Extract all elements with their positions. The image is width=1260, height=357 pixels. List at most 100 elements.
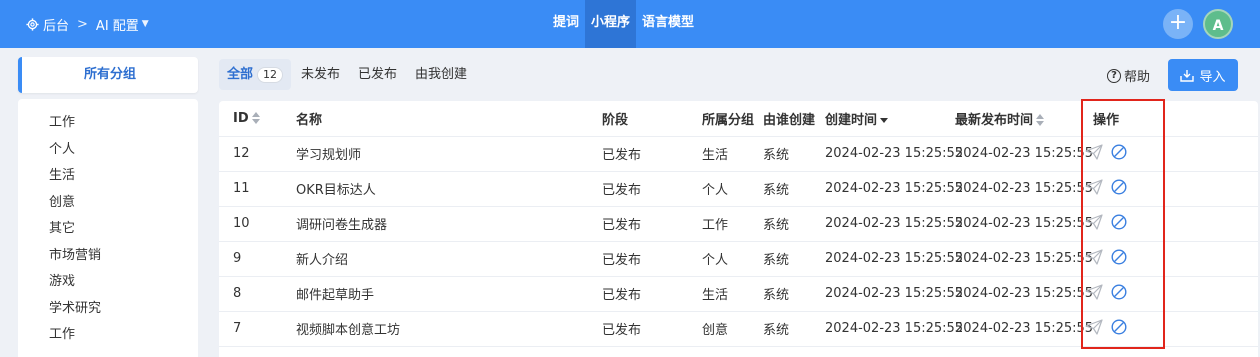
cell-published: 2024-02-23 15:25:55 — [955, 276, 1093, 312]
tab-2[interactable]: 语言模型 — [636, 0, 700, 48]
cell-group: 工作 — [702, 206, 763, 242]
cell-name: 视频脚本创意工坊 — [296, 311, 602, 347]
sidebar-item[interactable]: 工作 — [18, 323, 198, 350]
cell-id: 12 — [219, 136, 296, 172]
column-header-id[interactable]: ID — [219, 101, 296, 137]
table-row[interactable]: 11 OKR目标达人 已发布 个人 系统 2024-02-23 15:25:55 2024-… — [219, 171, 1258, 207]
cell-name: 邮件起草助手 — [296, 276, 602, 312]
avatar[interactable]: A — [1203, 9, 1233, 39]
cell-group: 生活 — [702, 136, 763, 172]
filter-tab-3[interactable]: 由我创建 — [407, 59, 475, 90]
ban-icon[interactable] — [1111, 178, 1127, 195]
column-header-stage: 阶段 — [602, 101, 702, 137]
sort-desc-icon[interactable] — [880, 114, 889, 126]
cell-created: 2024-02-23 15:25:55 — [825, 136, 963, 172]
table-row[interactable]: 8 邮件起草助手 已发布 生活 系统 2024-02-23 15:25:55 2024-02… — [219, 276, 1258, 312]
import-label: 导入 — [1199, 69, 1226, 85]
sidebar-item[interactable]: 市场营销 — [18, 244, 198, 271]
cell-stage: 已发布 — [602, 206, 702, 242]
breadcrumb: 后台 > AI 配置 ▼ — [26, 0, 149, 48]
table-row[interactable]: 12 学习规划师 已发布 生活 系统 2024-02-23 15:25:55 2024-02… — [219, 136, 1258, 172]
table-row[interactable]: 7 视频脚本创意工坊 已发布 创意 系统 2024-02-23 15:25:55 2024-… — [219, 311, 1258, 347]
help-button[interactable]: ? 帮助 — [1107, 66, 1150, 85]
sidebar-item[interactable]: 游戏 — [18, 270, 198, 297]
cell-published: 2024-02-23 15:25:55 — [955, 311, 1093, 347]
import-icon — [1180, 69, 1195, 82]
cell-created: 2024-02-23 15:25:55 — [825, 241, 963, 277]
cell-created: 2024-02-23 15:25:55 — [825, 276, 963, 312]
add-button[interactable]: + — [1163, 9, 1193, 39]
cell-name: 新人介绍 — [296, 241, 602, 277]
filter-tabs: 全部 12 未发布 已发布 由我创建 — [219, 59, 477, 90]
filter-tab-0[interactable]: 全部 12 — [219, 59, 292, 90]
cell-created: 2024-02-23 15:25:55 — [825, 171, 963, 207]
cell-created: 2024-02-23 15:25:55 — [825, 206, 963, 242]
ban-icon[interactable] — [1111, 248, 1127, 265]
cell-actions — [1085, 276, 1258, 312]
filter-tab-label: 已发布 — [358, 67, 398, 82]
help-label: 帮助 — [1124, 70, 1151, 85]
sidebar-item[interactable]: 个人 — [18, 138, 198, 165]
sidebar-item[interactable]: 工作 — [18, 111, 198, 138]
chevron-right-icon: > — [77, 16, 88, 32]
sidebar-item[interactable]: 学术研究 — [18, 297, 198, 324]
column-header-created[interactable]: 创建时间 — [825, 101, 955, 137]
column-header-group: 所属分组 — [702, 101, 763, 137]
ban-icon[interactable] — [1111, 318, 1127, 335]
send-icon[interactable] — [1085, 143, 1103, 160]
send-icon[interactable] — [1085, 283, 1103, 300]
column-header-name: 名称 — [296, 101, 602, 137]
filter-tab-2[interactable]: 已发布 — [350, 59, 405, 90]
import-button[interactable]: 导入 — [1168, 59, 1238, 91]
sidebar-group-list: 工作 个人 生活 创意 其它 市场营销 游戏 学术研究 工作 — [18, 99, 198, 357]
filter-tab-label: 全部 — [227, 67, 254, 82]
cell-group: 创意 — [702, 311, 763, 347]
cell-published: 2024-02-23 15:25:55 — [955, 206, 1093, 242]
count-badge: 12 — [257, 67, 284, 83]
tab-1[interactable]: 小程序 — [585, 0, 637, 48]
cell-id: 9 — [219, 241, 296, 277]
sidebar-item[interactable]: 生活 — [18, 164, 198, 191]
cell-id: 11 — [219, 171, 296, 207]
cell-group: 个人 — [702, 171, 763, 207]
cell-stage: 已发布 — [602, 136, 702, 172]
cell-stage: 已发布 — [602, 241, 702, 277]
breadcrumb-current[interactable]: AI 配置 — [96, 15, 139, 34]
sort-icon[interactable] — [1036, 114, 1045, 127]
ban-icon[interactable] — [1111, 283, 1127, 300]
top-tabs: 提词 小程序 语言模型 — [547, 0, 700, 48]
column-header-actions: 操作 — [1085, 101, 1258, 137]
table-row[interactable]: 10 调研问卷生成器 已发布 工作 系统 2024-02-23 15:25:55 2024-… — [219, 206, 1258, 242]
send-icon[interactable] — [1085, 318, 1103, 335]
cell-creator: 系统 — [763, 171, 825, 207]
cell-published: 2024-02-23 15:25:55 — [955, 136, 1093, 172]
caret-down-icon[interactable]: ▼ — [142, 19, 149, 29]
column-header-published[interactable]: 最新发布时间 — [955, 101, 1085, 137]
cell-name: OKR目标达人 — [296, 171, 602, 207]
tab-0[interactable]: 提词 — [547, 0, 585, 48]
ban-icon[interactable] — [1111, 213, 1127, 230]
filter-tab-1[interactable]: 未发布 — [293, 59, 348, 90]
breadcrumb-home[interactable]: 后台 — [43, 15, 69, 34]
cell-stage: 已发布 — [602, 311, 702, 347]
cell-creator: 系统 — [763, 136, 825, 172]
send-icon[interactable] — [1085, 178, 1103, 195]
apps-table: ID 名称 阶段 所属分组 由谁创建 创建时间 最新发布时间 操作 12 学习规划… — [219, 101, 1258, 357]
cell-group: 个人 — [702, 241, 763, 277]
send-icon[interactable] — [1085, 213, 1103, 230]
cell-stage: 已发布 — [602, 276, 702, 312]
table-row[interactable]: 9 新人介绍 已发布 个人 系统 2024-02-23 15:25:55 2024-02-2… — [219, 241, 1258, 277]
cell-created: 2024-02-23 15:25:55 — [825, 311, 963, 347]
sidebar-item[interactable]: 其它 — [18, 217, 198, 244]
sidebar-header-all-groups[interactable]: 所有分组 — [18, 57, 198, 93]
sidebar-item[interactable]: 创意 — [18, 191, 198, 218]
ban-icon[interactable] — [1111, 143, 1127, 160]
cell-group: 生活 — [702, 276, 763, 312]
filter-tab-label: 未发布 — [301, 67, 341, 82]
sort-icon[interactable] — [251, 112, 260, 125]
gear-icon — [26, 17, 39, 31]
send-icon[interactable] — [1085, 248, 1103, 265]
main-panel: 全部 12 未发布 已发布 由我创建 ? 帮助 导入 ID 名称 阶段 所属分组 由谁创… — [209, 48, 1260, 357]
cell-published: 2024-02-23 15:25:55 — [955, 171, 1093, 207]
column-header-creator: 由谁创建 — [763, 101, 825, 137]
